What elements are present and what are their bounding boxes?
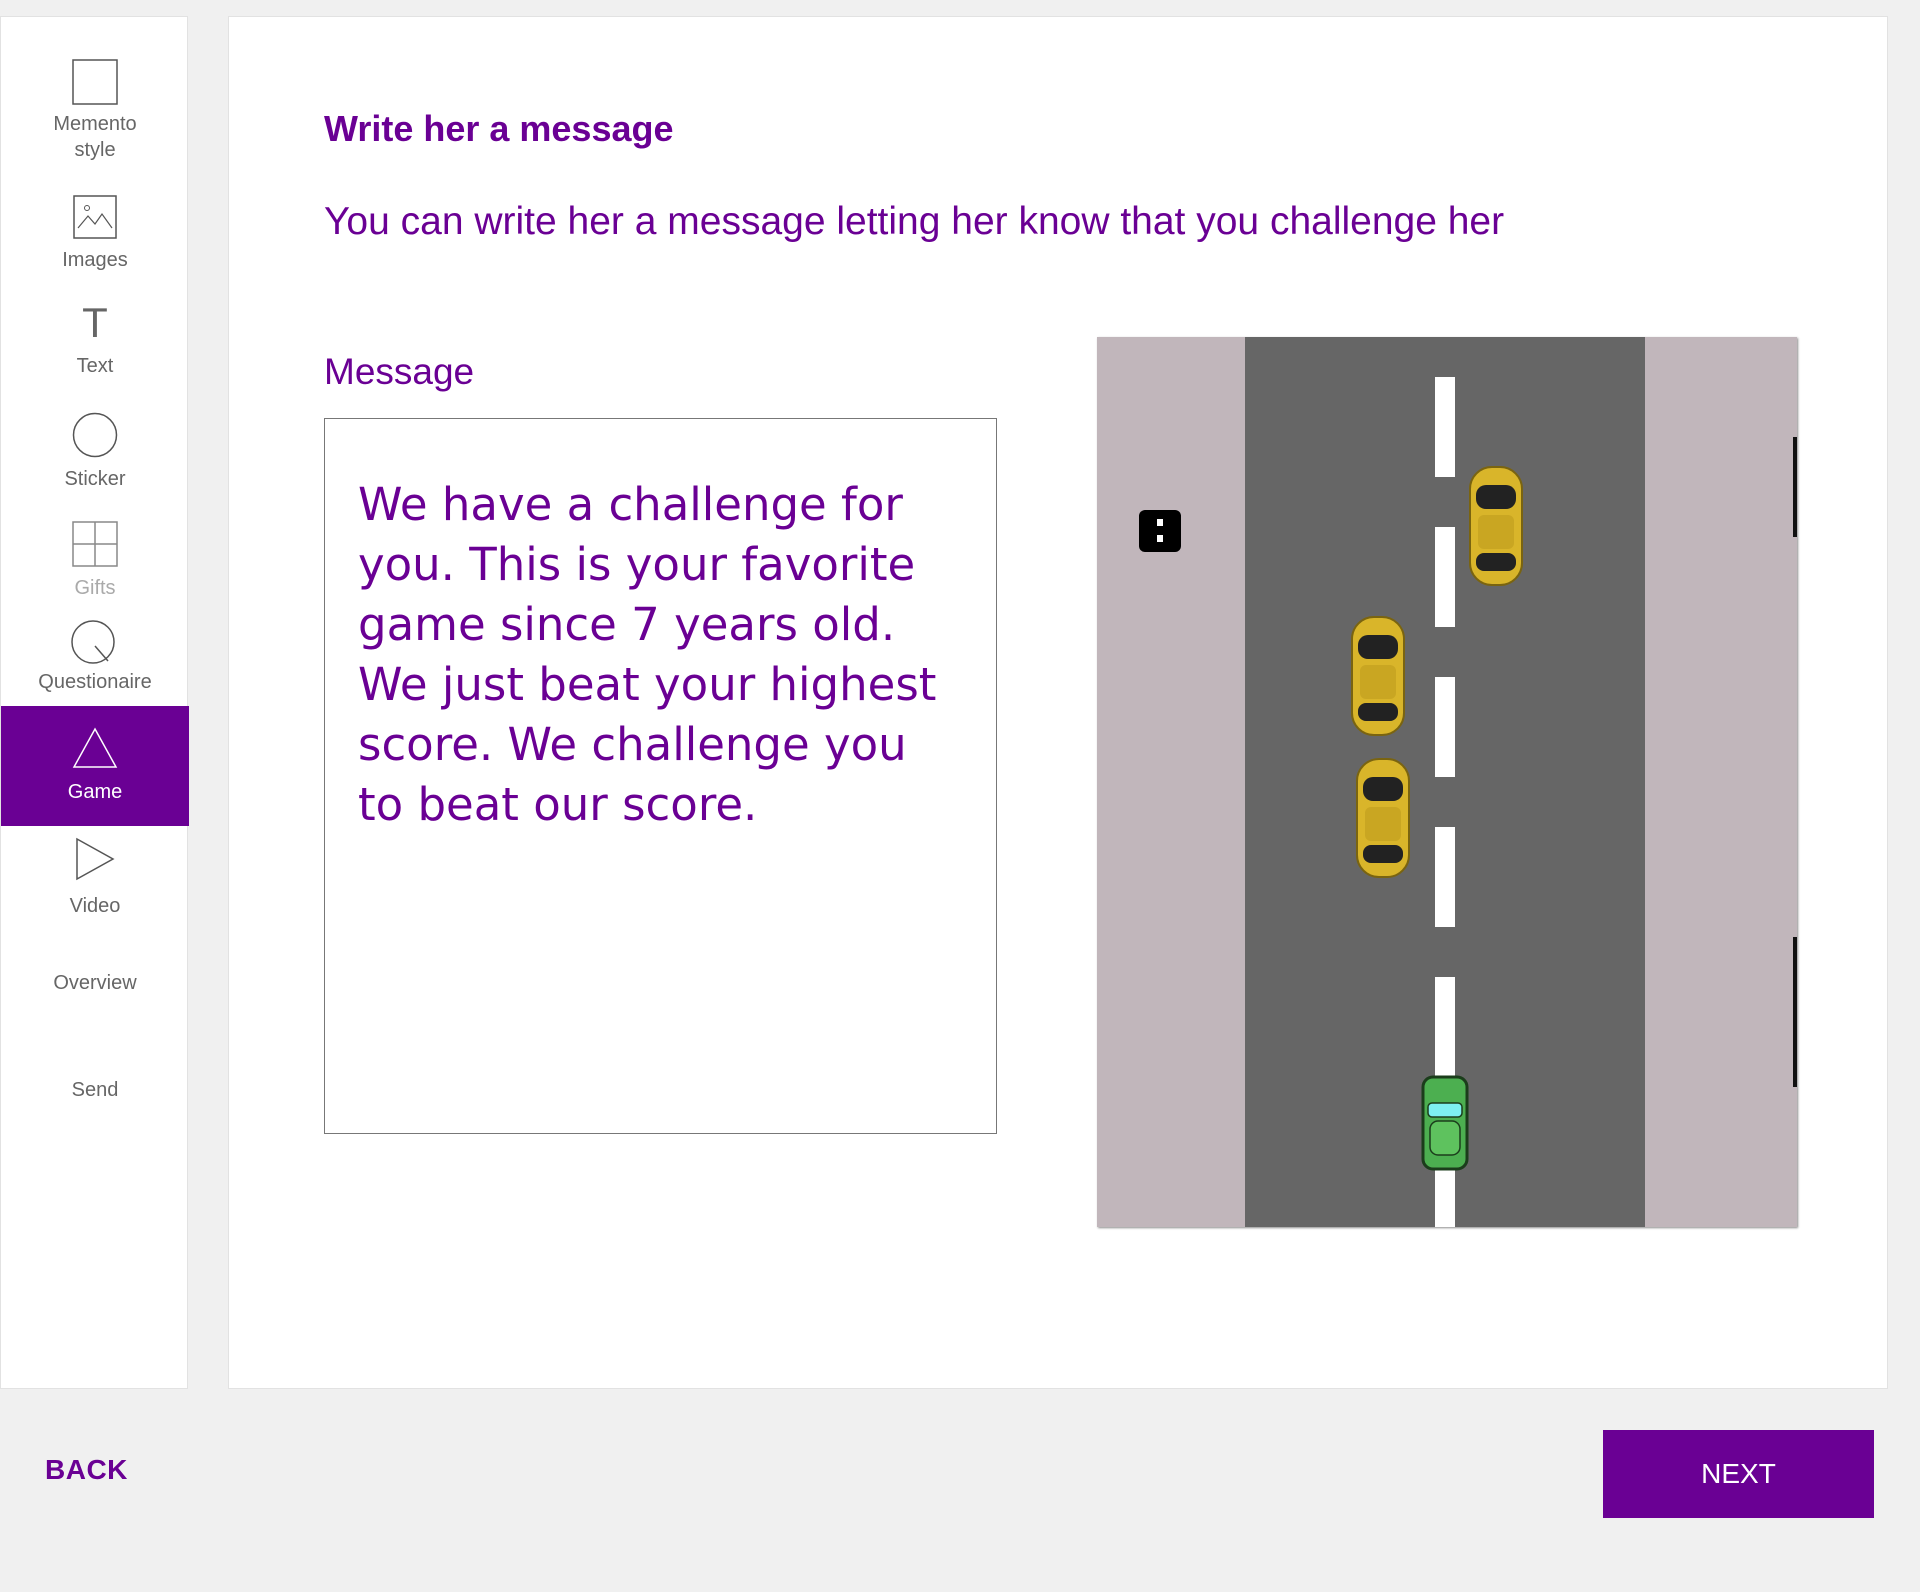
sidebar-item-memento-style[interactable]: Memento style <box>1 59 189 163</box>
triangle-icon <box>72 727 118 768</box>
sidebar-item-text[interactable]: T Text <box>1 301 189 379</box>
image-icon <box>73 195 117 239</box>
play-icon <box>76 837 115 881</box>
sidebar-item-gifts[interactable]: Gifts <box>1 521 189 601</box>
sidebar: Memento style Images T Text Sticker Gift… <box>0 16 189 1389</box>
message-label: Message <box>324 351 475 392</box>
edge-marker <box>1793 937 1797 1087</box>
sidebar-item-label: Text <box>76 355 114 377</box>
sidebar-item-label: Game <box>67 781 123 803</box>
edge-marker <box>1793 437 1797 537</box>
sidebar-item-images[interactable]: Images <box>1 195 189 273</box>
sidebar-item-send[interactable]: Send <box>1 1077 189 1103</box>
sidebar-item-label: Video <box>69 895 121 917</box>
square-icon <box>72 59 118 105</box>
game-preview[interactable] <box>1097 337 1797 1227</box>
sidebar-item-label: Sticker <box>64 468 126 490</box>
sidebar-item-game[interactable]: Game <box>1 706 189 826</box>
enemy-car-icon <box>1356 758 1410 878</box>
circle-icon <box>72 412 118 458</box>
sidebar-item-label: Gifts <box>74 577 116 599</box>
sidebar-item-questionaire[interactable]: Questionaire <box>1 619 189 695</box>
sidebar-item-label: Send <box>71 1079 119 1101</box>
sidebar-item-overview[interactable]: Overview <box>1 970 189 996</box>
sidebar-item-video[interactable]: Video <box>1 837 189 919</box>
main-panel: Write her a message You can write her a … <box>228 16 1888 1389</box>
next-button-label: NEXT <box>1701 1458 1776 1489</box>
sidebar-item-label: Memento style <box>53 113 137 161</box>
magnifier-icon <box>71 620 115 664</box>
page-subtitle: You can write her a message letting her … <box>324 200 1505 243</box>
enemy-car-icon <box>1469 466 1523 586</box>
sidebar-item-label: Questionaire <box>38 671 152 693</box>
back-button[interactable]: BACK <box>45 1454 128 1486</box>
enemy-car-icon <box>1351 616 1405 736</box>
page-title: Write her a message <box>324 108 674 149</box>
sidebar-item-label: Images <box>62 249 128 271</box>
sidebar-item-sticker[interactable]: Sticker <box>1 412 189 492</box>
pause-icon[interactable] <box>1139 510 1181 552</box>
grid-icon <box>72 521 118 567</box>
next-button[interactable]: NEXT <box>1603 1430 1874 1518</box>
message-textarea[interactable]: We have a challenge for you. This is you… <box>324 418 997 1134</box>
sidebar-item-label: Overview <box>53 972 137 994</box>
text-icon: T <box>82 299 108 346</box>
player-car-icon[interactable] <box>1421 1075 1469 1171</box>
